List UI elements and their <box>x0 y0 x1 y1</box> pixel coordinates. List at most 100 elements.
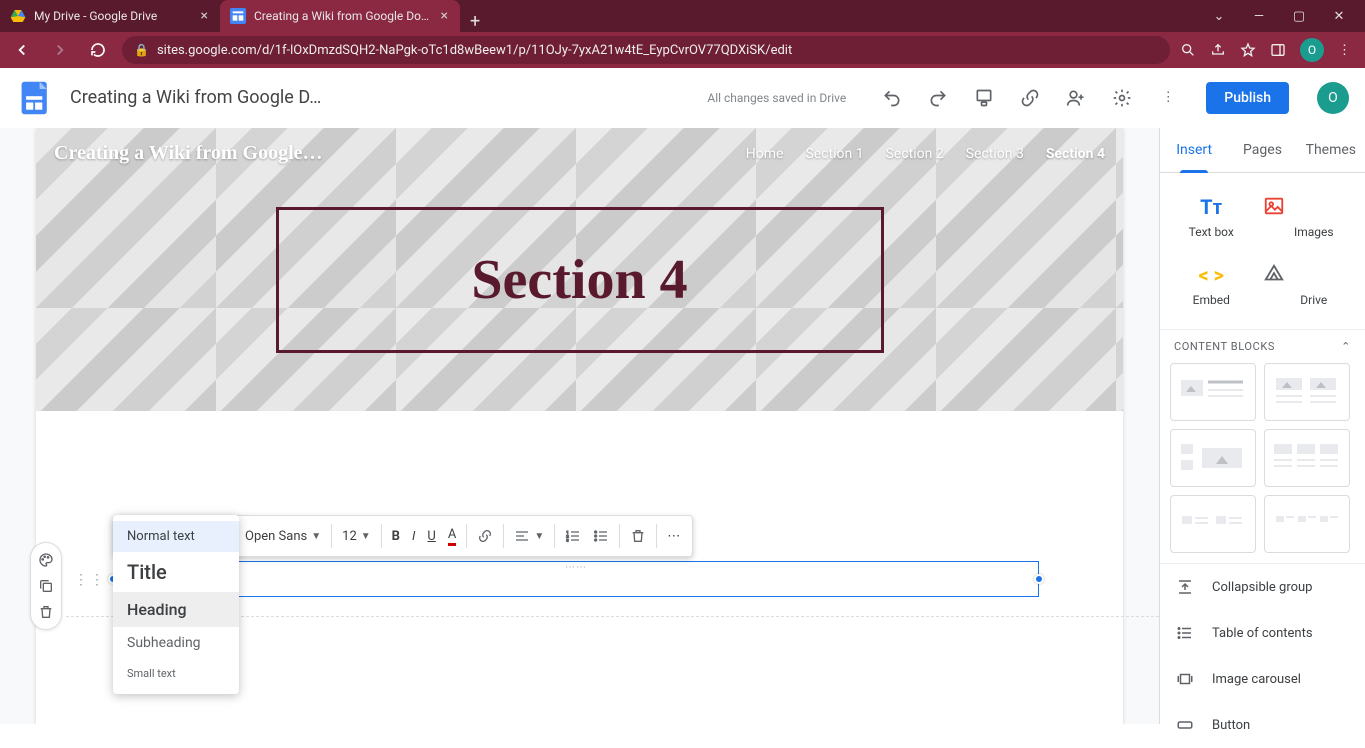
italic-button[interactable]: I <box>406 520 421 552</box>
more-options-button[interactable]: ⋯ <box>661 520 686 552</box>
bold-button[interactable]: B <box>386 520 406 552</box>
hero-title[interactable]: Section 4 <box>471 248 687 312</box>
numbered-list-button[interactable]: 123 <box>559 520 587 552</box>
drag-handle-icon[interactable]: ⋮⋮ <box>74 572 106 588</box>
text-color-button[interactable]: A <box>442 520 462 552</box>
more-button[interactable]: ⋮ <box>1156 86 1180 110</box>
star-icon[interactable] <box>1240 42 1256 58</box>
resize-handle-right[interactable] <box>1034 574 1044 584</box>
chevron-up-icon: ⌃ <box>1341 340 1351 353</box>
reload-button[interactable] <box>84 36 112 64</box>
block-layout-3[interactable] <box>1170 429 1256 487</box>
maximize-icon[interactable]: ▢ <box>1289 9 1309 24</box>
toc-icon <box>1176 624 1196 642</box>
drive-favicon <box>10 8 26 24</box>
sites-logo[interactable] <box>16 78 56 118</box>
forward-button[interactable] <box>46 36 74 64</box>
grip-icon[interactable]: ⋯⋯ <box>565 562 587 573</box>
browser-tab-drive[interactable]: My Drive - Google Drive × <box>0 0 220 32</box>
close-window-icon[interactable]: ✕ <box>1329 9 1349 24</box>
collapsible-icon <box>1176 578 1196 596</box>
share-icon[interactable] <box>1210 42 1226 58</box>
delete-section-button[interactable] <box>31 599 61 625</box>
menu-icon[interactable]: ⋮ <box>1338 43 1351 58</box>
underline-button[interactable]: U <box>421 520 441 552</box>
carousel-icon <box>1176 670 1196 688</box>
insert-textbox[interactable]: Tᴛ Text box <box>1160 183 1263 251</box>
tab-title: Creating a Wiki from Google Doc... <box>254 9 433 23</box>
insert-drive[interactable]: Drive <box>1263 251 1365 319</box>
tab-title: My Drive - Google Drive <box>34 9 193 23</box>
delete-button[interactable] <box>624 520 652 552</box>
align-button[interactable]: ▼ <box>508 520 550 552</box>
style-normal[interactable]: Normal text <box>113 521 239 552</box>
style-title[interactable]: Title <box>113 552 239 592</box>
nav-section1[interactable]: Section 1 <box>805 146 863 162</box>
new-tab-button[interactable]: + <box>460 11 490 32</box>
nav-home[interactable]: Home <box>746 146 784 162</box>
minimize-icon[interactable]: ― <box>1249 9 1269 24</box>
tab-insert[interactable]: Insert <box>1160 128 1228 172</box>
style-small[interactable]: Small text <box>113 659 239 688</box>
close-icon[interactable]: × <box>201 8 208 24</box>
insert-embed[interactable]: < > Embed <box>1160 251 1263 319</box>
insert-carousel[interactable]: Image carousel <box>1160 656 1365 702</box>
block-layout-2[interactable] <box>1264 363 1350 421</box>
chevron-down-icon: ▼ <box>361 531 371 542</box>
side-panel-icon[interactable] <box>1270 42 1286 58</box>
style-heading[interactable]: Heading <box>113 592 239 627</box>
tab-pages[interactable]: Pages <box>1228 128 1296 172</box>
block-layout-1[interactable] <box>1170 363 1256 421</box>
search-icon[interactable] <box>1180 42 1196 58</box>
share-people-button[interactable] <box>1064 86 1088 110</box>
drive-icon <box>1263 263 1365 287</box>
preview-button[interactable] <box>972 86 996 110</box>
insert-toc[interactable]: Table of contents <box>1160 610 1365 656</box>
account-avatar[interactable]: O <box>1317 82 1349 114</box>
nav-section2[interactable]: Section 2 <box>886 146 944 162</box>
font-name: Open Sans <box>245 529 307 544</box>
redo-button[interactable] <box>926 86 950 110</box>
image-icon <box>1263 195 1365 219</box>
svg-text:3: 3 <box>567 537 569 542</box>
block-layout-5[interactable] <box>1170 495 1256 553</box>
undo-button[interactable] <box>880 86 904 110</box>
save-status: All changes saved in Drive <box>707 91 846 105</box>
lock-icon: 🔒 <box>134 43 149 57</box>
hero-section[interactable]: Creating a Wiki from Google… Home Sectio… <box>36 128 1123 411</box>
embed-icon: < > <box>1160 263 1263 287</box>
back-button[interactable] <box>8 36 36 64</box>
address-bar[interactable]: 🔒 sites.google.com/d/1f-lOxDmzdSQH2-NaPg… <box>122 36 1170 64</box>
browser-tab-sites[interactable]: Creating a Wiki from Google Doc... × <box>220 0 460 32</box>
insert-images[interactable]: Images <box>1263 183 1365 251</box>
font-size: 12 <box>342 529 357 544</box>
block-layout-6[interactable] <box>1264 495 1350 553</box>
bullet-list-button[interactable] <box>587 520 615 552</box>
nav-section4[interactable]: Section 4 <box>1046 146 1105 162</box>
chevron-down-icon[interactable]: ⌄ <box>1209 9 1229 24</box>
profile-avatar[interactable]: O <box>1300 38 1324 62</box>
duplicate-button[interactable] <box>31 573 61 599</box>
link-button[interactable] <box>1018 86 1042 110</box>
document-title[interactable]: Creating a Wiki from Google D… <box>70 87 693 108</box>
site-title[interactable]: Creating a Wiki from Google… <box>54 142 323 165</box>
settings-button[interactable] <box>1110 86 1134 110</box>
font-size-select[interactable]: 12 ▼ <box>336 520 377 552</box>
publish-button[interactable]: Publish <box>1206 82 1289 114</box>
chevron-down-icon: ▼ <box>311 531 321 542</box>
url-text: sites.google.com/d/1f-lOxDmzdSQH2-NaPgk-… <box>157 43 792 58</box>
insert-collapsible[interactable]: Collapsible group <box>1160 564 1365 610</box>
nav-section3[interactable]: Section 3 <box>966 146 1024 162</box>
selected-textbox[interactable]: ⋮⋮ ⋯⋯ <box>113 561 1039 597</box>
palette-button[interactable] <box>31 547 61 573</box>
tab-themes[interactable]: Themes <box>1297 128 1365 172</box>
insert-button[interactable]: Button <box>1160 702 1365 748</box>
style-subheading[interactable]: Subheading <box>113 627 239 659</box>
font-select[interactable]: Open Sans ▼ <box>239 520 327 552</box>
close-icon[interactable]: × <box>441 8 448 24</box>
content-blocks-header[interactable]: CONTENT BLOCKS ⌃ <box>1160 329 1365 363</box>
hero-title-box[interactable]: Section 4 <box>276 207 884 353</box>
insert-link-button[interactable] <box>471 520 499 552</box>
sites-favicon <box>230 8 246 24</box>
block-layout-4[interactable] <box>1264 429 1350 487</box>
